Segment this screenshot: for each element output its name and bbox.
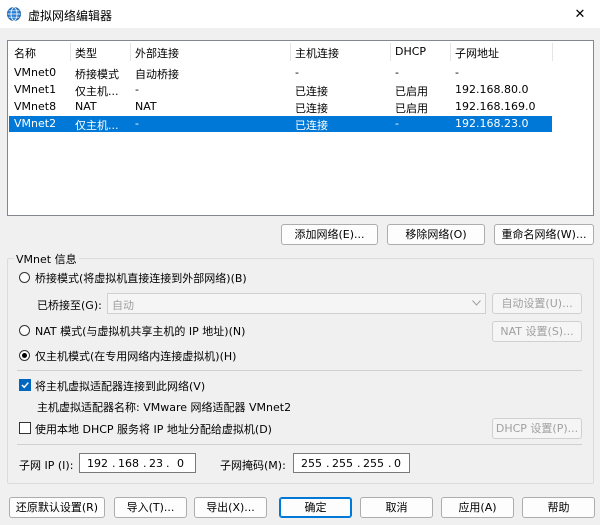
header-type[interactable]: 类型 xyxy=(75,45,97,61)
dhcp-label[interactable]: 使用本地 DHCP 服务将 IP 地址分配给虚拟机(D) xyxy=(35,421,272,437)
vmnet-info-group xyxy=(7,258,594,484)
close-icon: ✕ xyxy=(574,6,586,22)
rename-network-button[interactable]: 重命名网络(W)... xyxy=(494,224,594,245)
chevron-down-icon xyxy=(472,300,481,306)
subnet-ip-input[interactable]: 192 . 168 . 23 . 0 xyxy=(79,453,196,473)
dhcp-checkbox[interactable] xyxy=(19,422,31,434)
bridged-radio[interactable] xyxy=(19,272,30,283)
auto-settings-button[interactable]: 自动设置(U)... xyxy=(492,293,582,314)
bridged-to-select[interactable]: 自动 xyxy=(107,293,486,314)
connect-adapter-label[interactable]: 将主机虚拟适配器连接到此网络(V) xyxy=(35,378,205,394)
close-button[interactable]: ✕ xyxy=(560,0,600,28)
header-external[interactable]: 外部连接 xyxy=(135,45,179,61)
header-subnet[interactable]: 子网地址 xyxy=(455,45,499,61)
title-bar: 虚拟网络编辑器 ✕ xyxy=(0,0,600,28)
header-host[interactable]: 主机连接 xyxy=(295,45,339,61)
table-row[interactable]: VMnet1 仅主机... - 已连接 已启用 192.168.80.0 xyxy=(9,82,552,98)
table-row[interactable]: VMnet0 桥接模式 自动桥接 - - - xyxy=(9,65,552,81)
bridged-to-value: 自动 xyxy=(112,299,134,312)
table-row-selected[interactable]: VMnet2 仅主机... - 已连接 - 192.168.23.0 xyxy=(9,116,552,132)
window-title: 虚拟网络编辑器 xyxy=(28,9,113,23)
host-only-label[interactable]: 仅主机模式(在专用网络内连接虚拟机)(H) xyxy=(35,348,236,364)
table-row[interactable]: VMnet8 NAT NAT 已连接 已启用 192.168.169.0 xyxy=(9,99,552,115)
restore-defaults-button[interactable]: 还原默认设置(R) xyxy=(9,497,105,518)
nat-radio[interactable] xyxy=(19,325,30,336)
bridged-label[interactable]: 桥接模式(将虚拟机直接连接到外部网络)(B) xyxy=(35,270,247,286)
add-network-button[interactable]: 添加网络(E)... xyxy=(281,224,378,245)
divider xyxy=(17,444,582,445)
host-only-radio[interactable] xyxy=(19,350,30,361)
subnet-mask-label: 子网掩码(M): xyxy=(220,459,286,472)
network-globe-icon xyxy=(7,7,21,21)
subnet-mask-input[interactable]: 255 . 255 . 255 . 0 xyxy=(293,453,410,473)
vmnet-info-title: VMnet 信息 xyxy=(14,251,79,267)
dhcp-settings-button[interactable]: DHCP 设置(P)... xyxy=(492,418,582,439)
network-list[interactable]: 名称 类型 外部连接 主机连接 DHCP 子网地址 VMnet0 桥接模式 自动… xyxy=(7,40,594,216)
list-header: 名称 类型 外部连接 主机连接 DHCP 子网地址 xyxy=(8,43,593,61)
header-name[interactable]: 名称 xyxy=(14,45,36,61)
cancel-button[interactable]: 取消 xyxy=(360,497,433,518)
import-button[interactable]: 导入(T)... xyxy=(114,497,187,518)
ok-button[interactable]: 确定 xyxy=(279,497,352,518)
bridged-to-label: 已桥接至(G): xyxy=(37,299,102,312)
adapter-name-text: 主机虚拟适配器名称: VMware 网络适配器 VMnet2 xyxy=(37,401,292,414)
export-button[interactable]: 导出(X)... xyxy=(194,497,267,518)
nat-label[interactable]: NAT 模式(与虚拟机共享主机的 IP 地址)(N) xyxy=(35,323,245,339)
nat-settings-button[interactable]: NAT 设置(S)... xyxy=(492,321,582,342)
header-dhcp[interactable]: DHCP xyxy=(395,45,426,58)
subnet-ip-label: 子网 IP (I): xyxy=(19,459,74,472)
apply-button[interactable]: 应用(A) xyxy=(441,497,514,518)
checkmark-icon xyxy=(21,382,29,389)
help-button[interactable]: 帮助 xyxy=(522,497,595,518)
connect-adapter-checkbox[interactable] xyxy=(19,379,31,391)
remove-network-button[interactable]: 移除网络(O) xyxy=(387,224,485,245)
divider xyxy=(17,370,582,371)
